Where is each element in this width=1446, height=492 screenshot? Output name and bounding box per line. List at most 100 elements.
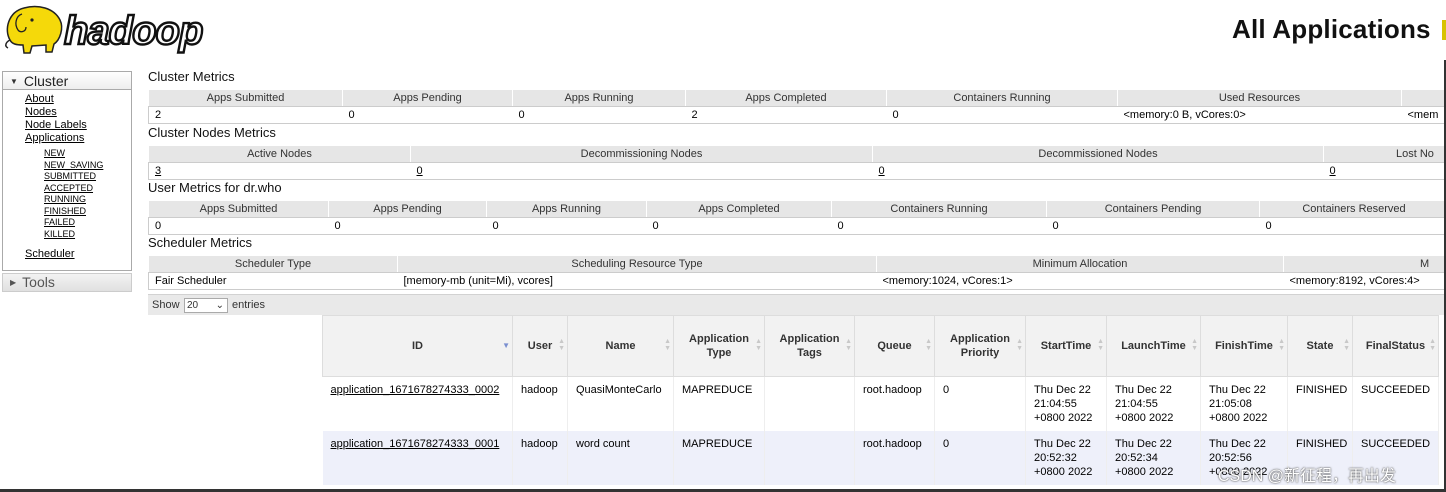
col-finish-time[interactable]: FinishTime ▲ ▼	[1200, 315, 1288, 377]
entries-label: entries	[232, 299, 266, 311]
app-name: QuasiMonteCarlo	[567, 376, 674, 431]
sidebar-tools[interactable]: ▶ Tools	[2, 273, 132, 292]
app-id-link[interactable]: application_1671678274333_0002	[331, 384, 500, 396]
sidebar-link-node-labels[interactable]: Node Labels	[25, 119, 87, 131]
entries-select[interactable]: 20 ⌄	[184, 298, 228, 313]
sort-icon: ▲ ▼	[755, 338, 762, 352]
app-user: hadoop	[512, 430, 568, 485]
value-maximum-allocation: <memory:8192, vCores:4>	[1283, 272, 1446, 290]
sort-icon: ▲ ▼	[845, 338, 852, 352]
app-name: word count	[567, 430, 674, 485]
col-apps-pending: Apps Pending	[342, 89, 513, 107]
col-application-priority[interactable]: Application Priority ▲ ▼	[934, 315, 1026, 377]
app-state-new-saving[interactable]: NEW_SAVING	[44, 160, 103, 171]
app-state-finished[interactable]: FINISHED	[44, 206, 86, 217]
col-launch-time[interactable]: LaunchTime ▲ ▼	[1106, 315, 1201, 377]
col-start-time-label: StartTime	[1040, 340, 1092, 352]
app-state-failed[interactable]: FAILED	[44, 217, 75, 228]
app-launch-time: Thu Dec 22 21:04:55 +0800 2022	[1106, 376, 1201, 431]
col-application-type[interactable]: Application Type ▲ ▼	[673, 315, 765, 377]
col-final-status-label: FinalStatus	[1365, 340, 1426, 352]
app-type: MAPREDUCE	[673, 430, 765, 485]
user-metrics-table: Apps Submitted Apps Pending Apps Running…	[148, 200, 1446, 235]
value-apps-running: 0	[512, 106, 686, 124]
app-priority: 0	[934, 430, 1026, 485]
sort-icon: ▲ ▼	[664, 338, 671, 352]
cluster-nodes-metrics-table: Active Nodes Decommissioning Nodes Decom…	[148, 145, 1446, 180]
col-application-tags[interactable]: Application Tags ▲ ▼	[764, 315, 855, 377]
col-user[interactable]: User ▲ ▼	[512, 315, 568, 377]
col-final-status[interactable]: FinalStatus ▲ ▼	[1352, 315, 1439, 377]
hadoop-logo[interactable]: hadoop	[2, 0, 228, 56]
sort-desc-icon: ▼	[502, 341, 510, 350]
value-decommissioned-nodes[interactable]: 0	[872, 162, 1324, 180]
show-label: Show	[152, 299, 180, 311]
app-state-new[interactable]: NEW	[44, 148, 65, 159]
col-user-apps-running: Apps Running	[486, 200, 647, 218]
col-queue-label: Queue	[877, 340, 912, 352]
value-scheduler-type: Fair Scheduler	[148, 272, 398, 290]
app-id-link[interactable]: application_1671678274333_0001	[331, 438, 500, 450]
sidebar-link-about[interactable]: About	[25, 93, 54, 105]
applications-section: Show 20 ⌄ entries ID ▼ User ▲ ▼ Name ▲ ▼ Appl…	[148, 294, 1444, 489]
value-user-apps-submitted: 0	[148, 217, 329, 235]
col-apps-completed: Apps Completed	[685, 89, 887, 107]
app-state-running[interactable]: RUNNING	[44, 194, 86, 205]
value-decommissioning-nodes[interactable]: 0	[410, 162, 873, 180]
col-user-label: User	[527, 340, 553, 352]
col-name-label: Name	[605, 340, 636, 352]
col-user-containers-running: Containers Running	[831, 200, 1047, 218]
sidebar-cluster: ▼ Cluster About Nodes Node Labels Applica…	[2, 71, 132, 271]
col-user-apps-completed: Apps Completed	[646, 200, 832, 218]
value-user-apps-completed: 0	[646, 217, 832, 235]
col-decommissioning-nodes: Decommissioning Nodes	[410, 145, 873, 163]
col-apps-running: Apps Running	[512, 89, 686, 107]
app-priority: 0	[934, 376, 1026, 431]
col-user-containers-reserved: Containers Reserved	[1259, 200, 1446, 218]
sort-icon: ▲ ▼	[1343, 338, 1350, 352]
app-queue: root.hadoop	[854, 376, 935, 431]
value-active-nodes[interactable]: 3	[148, 162, 411, 180]
col-queue[interactable]: Queue ▲ ▼	[854, 315, 935, 377]
col-state[interactable]: State ▲ ▼	[1287, 315, 1353, 377]
app-final-status: SUCCEEDED	[1352, 376, 1439, 431]
value-user-apps-pending: 0	[328, 217, 487, 235]
col-id[interactable]: ID ▼	[322, 315, 513, 377]
page-title: All Applications	[1232, 14, 1431, 44]
sort-icon: ▲ ▼	[925, 338, 932, 352]
col-state-label: State	[1306, 340, 1334, 352]
app-state: FINISHED	[1287, 376, 1353, 431]
col-active-nodes: Active Nodes	[148, 145, 411, 163]
col-apps-submitted: Apps Submitted	[148, 89, 343, 107]
app-state-accepted[interactable]: ACCEPTED	[44, 183, 93, 194]
app-state-submitted[interactable]: SUBMITTED	[44, 171, 96, 182]
col-scheduling-resource-type: Scheduling Resource Type	[397, 255, 877, 273]
sidebar-link-nodes[interactable]: Nodes	[25, 106, 57, 118]
cluster-header[interactable]: ▼ Cluster	[3, 72, 131, 90]
sort-icon: ▲ ▼	[1191, 338, 1198, 352]
sidebar-link-applications[interactable]: Applications	[25, 132, 84, 144]
col-name[interactable]: Name ▲ ▼	[567, 315, 674, 377]
apps-toolbar: Show 20 ⌄ entries	[148, 294, 1444, 315]
value-scheduling-resource-type: [memory-mb (unit=Mi), vcores]	[397, 272, 877, 290]
sort-icon: ▲ ▼	[558, 338, 565, 352]
value-lost-nodes[interactable]: 0	[1323, 162, 1446, 180]
app-state-killed[interactable]: KILLED	[44, 229, 75, 240]
col-application-priority-label: Application Priority	[950, 333, 1010, 359]
col-user-apps-pending: Apps Pending	[328, 200, 487, 218]
col-id-label: ID	[412, 340, 423, 352]
entries-value: 20	[187, 300, 199, 311]
col-minimum-allocation: Minimum Allocation	[876, 255, 1284, 273]
cluster-metrics-table: Apps Submitted Apps Pending Apps Running…	[148, 89, 1446, 124]
app-launch-time: Thu Dec 22 20:52:34 +0800 2022	[1106, 430, 1201, 485]
col-launch-time-label: LaunchTime	[1121, 340, 1186, 352]
col-finish-time-label: FinishTime	[1215, 340, 1273, 352]
value-apps-pending: 0	[342, 106, 513, 124]
app-type: MAPREDUCE	[673, 376, 765, 431]
col-start-time[interactable]: StartTime ▲ ▼	[1025, 315, 1107, 377]
sort-icon: ▲ ▼	[1429, 338, 1436, 352]
sidebar-link-scheduler[interactable]: Scheduler	[25, 248, 75, 260]
app-start-time: Thu Dec 22 21:04:55 +0800 2022	[1025, 376, 1107, 431]
col-scheduler-type: Scheduler Type	[148, 255, 398, 273]
value-user-containers-reserved: 0	[1259, 217, 1446, 235]
